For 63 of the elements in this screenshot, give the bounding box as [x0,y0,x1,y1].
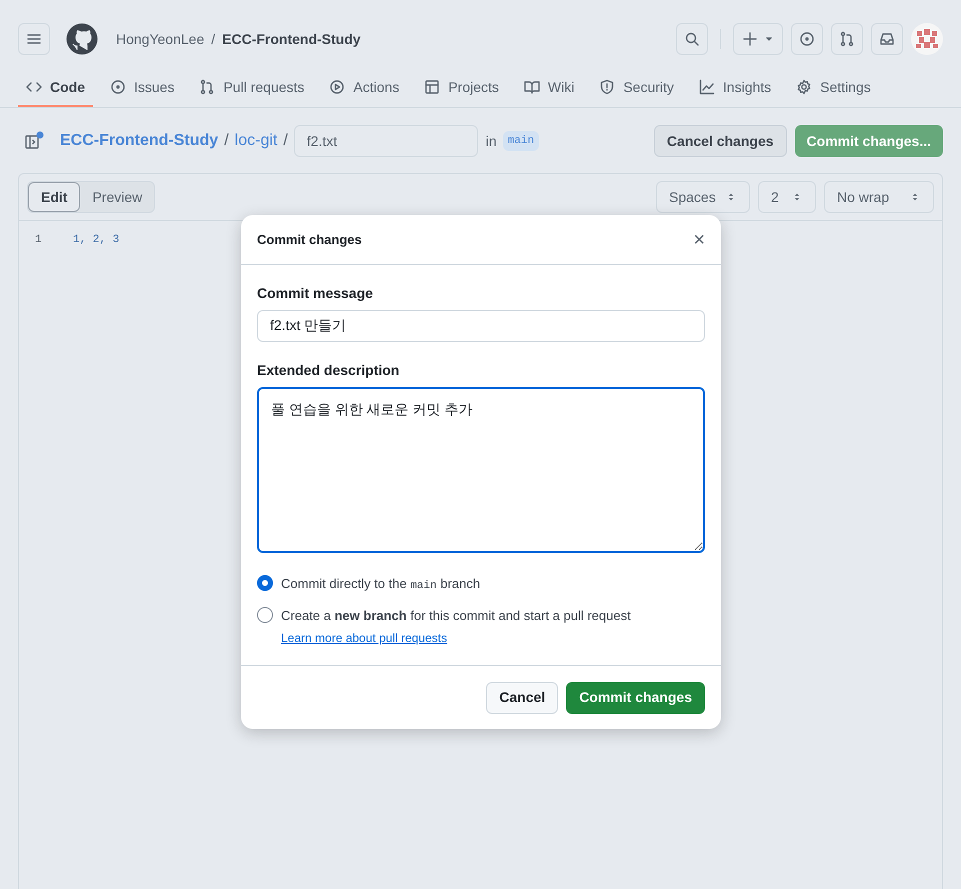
repo-tab[interactable]: Wiki [516,69,582,107]
plus-icon [742,31,758,47]
table-icon [424,79,440,95]
field-label: Extended description [257,361,400,380]
gear-icon [796,79,812,95]
owner-link[interactable]: HongYeonLee [116,28,204,50]
cancel-button[interactable]: Cancel [486,682,558,714]
option-label: Commit directly to the main branch [281,575,480,594]
editor-mode-tab[interactable]: Preview [80,182,154,212]
path-separator: / [283,131,288,151]
select-dropdown[interactable]: No wrap [824,181,934,213]
branch-label: main [502,130,540,152]
code-line: 1, 2, 3 [73,232,120,248]
learn-more-link[interactable]: Learn more about pull requests [281,631,448,645]
commit-button[interactable]: Commit changes [566,682,705,714]
repo-tab[interactable]: Code [18,69,93,107]
repo-tab[interactable]: Projects [416,69,507,107]
folder-link[interactable]: loc-git [234,129,278,153]
file-tree-icon[interactable] [24,131,44,151]
octocat-logo-icon[interactable] [66,23,98,55]
description-field[interactable]: 풀 연습을 위한 새로운 커밋 추가 [257,387,705,553]
repo-tab[interactable]: Security [591,69,682,107]
issues-button[interactable] [791,23,823,55]
select-dropdown[interactable]: Spaces [656,181,750,213]
circle-dot-icon [110,79,126,95]
repo-link[interactable]: ECC-Frontend-Study [222,28,361,50]
create-new-button[interactable] [733,23,783,55]
circle-dot-icon [799,31,815,47]
graph-icon [698,79,715,95]
shield-icon [599,79,616,95]
path-separator: / [224,131,229,151]
pull-requests-button[interactable] [831,23,863,55]
play-icon [329,79,346,95]
line-number: 1 [34,232,43,248]
inbox-icon [879,31,895,47]
editor-mode-tab[interactable]: Edit [28,182,80,212]
close-button[interactable]: × [693,230,705,250]
repo-tab[interactable]: Settings [788,69,879,107]
radio-button[interactable] [257,575,273,591]
filename-field[interactable]: f2.txt [294,125,478,157]
dialog-title: Commit changes [257,230,363,249]
repo-tab[interactable]: Pull requests [191,69,312,107]
inbox-button[interactable] [871,23,903,55]
path-separator: / [211,30,216,48]
avatar-icon[interactable] [911,23,943,55]
pull-request-icon [839,31,855,47]
commit-changes-button[interactable]: Commit changes... [794,125,943,157]
repo-link[interactable]: ECC-Frontend-Study [60,129,218,153]
radio-button[interactable] [257,607,273,623]
cancel-changes-button[interactable]: Cancel changes [654,125,787,157]
search-icon [684,31,700,47]
option-label: Create a new branch for this commit and start a pull request Learn more about pull requests [281,607,632,647]
book-icon [524,79,540,95]
menu-button[interactable] [18,23,50,55]
repo-tab[interactable]: Insights [690,69,780,107]
in-label: in [486,132,497,150]
commit-message-field[interactable]: f2.txt 만들기 [257,310,705,342]
pull-request-icon [199,79,216,95]
repo-tab[interactable]: Issues [102,69,182,107]
select-dropdown[interactable]: 2 [758,181,816,213]
repo-tab[interactable]: Actions [321,69,408,107]
search-button[interactable] [676,23,708,55]
field-label: Commit message [257,284,374,303]
